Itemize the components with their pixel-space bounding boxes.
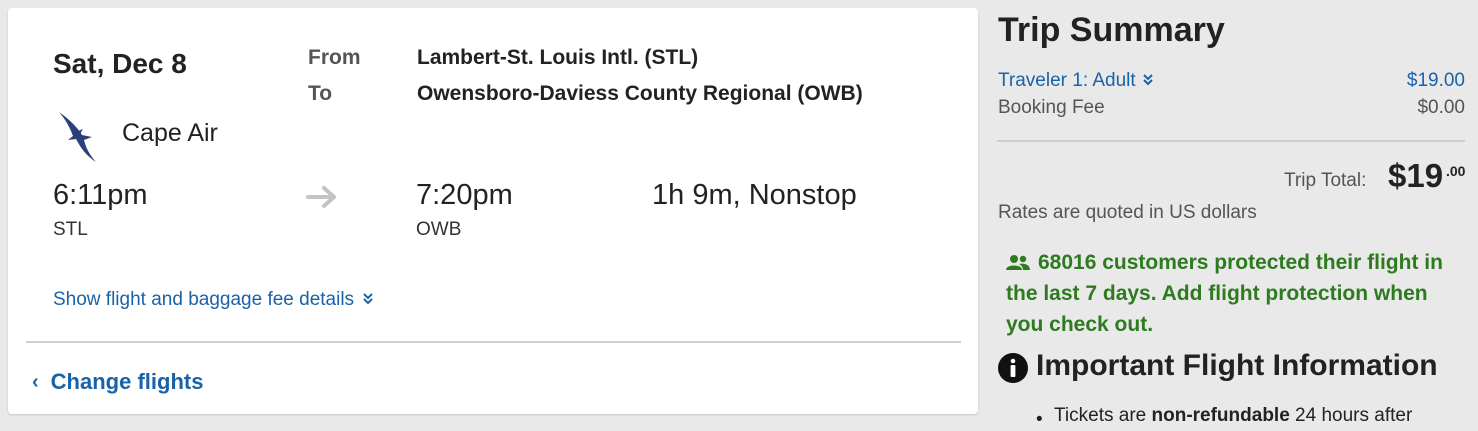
- change-flights-link[interactable]: ‹ Change flights: [32, 369, 203, 395]
- to-label: To: [308, 82, 333, 105]
- arrow-right-icon: [306, 186, 336, 208]
- card-divider: [26, 341, 961, 343]
- info-bullet-text: Tickets are non-refundable 24 hours afte…: [1054, 405, 1413, 426]
- protection-text: 68016 customers protected their flight i…: [1006, 251, 1443, 336]
- booking-fee-label: Booking Fee: [998, 97, 1105, 118]
- chevron-left-icon: ‹: [32, 371, 39, 393]
- double-chevron-down-icon: [1143, 74, 1153, 86]
- trip-total-cents: .00: [1446, 163, 1466, 179]
- airline-name: Cape Air: [122, 119, 218, 147]
- protection-message: 68016 customers protected their flight i…: [1006, 247, 1468, 340]
- booking-fee-price: $0.00: [1417, 97, 1465, 118]
- rates-note: Rates are quoted in US dollars: [998, 202, 1257, 223]
- trip-total-amount: $19: [1388, 157, 1444, 194]
- departure-code: STL: [53, 219, 88, 240]
- details-link-label: Show flight and baggage fee details: [53, 289, 355, 310]
- flight-duration: 1h 9m, Nonstop: [652, 179, 857, 211]
- from-airport: Lambert-St. Louis Intl. (STL): [417, 46, 699, 69]
- info-icon: [998, 353, 1028, 383]
- users-icon: [1006, 255, 1030, 270]
- trip-summary-title: Trip Summary: [998, 11, 1225, 49]
- flight-details-link[interactable]: Show flight and baggage fee details: [53, 289, 374, 311]
- flight-date: Sat, Dec 8: [53, 48, 187, 79]
- traveler-price: $19.00: [1406, 70, 1465, 91]
- to-airport: Owensboro-Daviess County Regional (OWB): [417, 82, 863, 105]
- summary-divider: [997, 140, 1465, 142]
- trip-total-label: Trip Total:: [1284, 170, 1367, 191]
- departure-time: 6:11pm: [53, 179, 148, 211]
- flight-card: Sat, Dec 8 From To Lambert-St. Louis Int…: [8, 8, 978, 414]
- double-chevron-down-icon: [363, 293, 374, 305]
- arrival-time: 7:20pm: [416, 179, 513, 211]
- important-info-title: Important Flight Information: [1036, 349, 1438, 382]
- from-label: From: [308, 46, 361, 69]
- traveler-toggle[interactable]: Traveler 1: Adult: [998, 70, 1153, 92]
- bullet-marker: •: [1036, 409, 1043, 430]
- bird-icon: [59, 112, 96, 162]
- traveler-label: Traveler 1: Adult: [998, 70, 1136, 91]
- arrival-code: OWB: [416, 219, 462, 240]
- change-flights-label: Change flights: [50, 369, 204, 394]
